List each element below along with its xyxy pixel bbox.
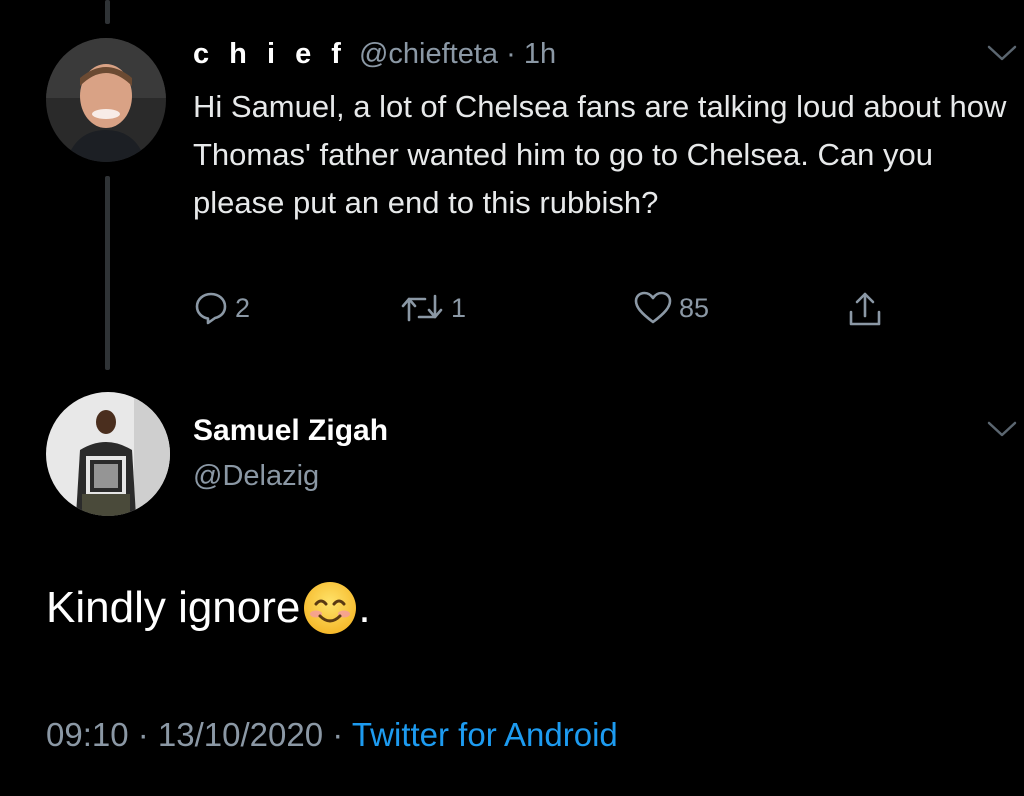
tweet-timestamp: 09:10 · 13/10/2020 bbox=[46, 716, 324, 753]
reply-author-name[interactable]: c h i e f bbox=[193, 38, 347, 70]
chevron-down-icon[interactable] bbox=[986, 44, 1018, 64]
like-button[interactable]: 85 bbox=[633, 290, 709, 326]
tweet-meta: 09:10 · 13/10/2020 · Twitter for Android bbox=[46, 716, 618, 754]
reply-time[interactable]: 1h bbox=[524, 38, 556, 70]
tweet-source-link[interactable]: Twitter for Android bbox=[352, 716, 618, 753]
main-tweet-text-after: . bbox=[358, 583, 371, 632]
header-separator: · bbox=[506, 38, 516, 70]
main-tweet-text: Kindly ignore . bbox=[46, 580, 371, 636]
main-author-handle[interactable]: @Delazig bbox=[193, 460, 319, 493]
reply-icon bbox=[195, 292, 227, 325]
main-author-name[interactable]: Samuel Zigah bbox=[193, 414, 388, 448]
tweet-thread: c h i e f @chiefteta · 1h Hi Samuel, a l… bbox=[0, 0, 1024, 796]
chevron-down-icon[interactable] bbox=[986, 420, 1018, 440]
like-icon bbox=[634, 291, 672, 324]
reply-tweet-header: c h i e f @chiefteta · 1h bbox=[193, 38, 556, 71]
reply-button[interactable]: 2 bbox=[193, 290, 250, 326]
like-count: 85 bbox=[679, 292, 710, 323]
meta-separator: · bbox=[332, 716, 344, 753]
thread-line-connector bbox=[105, 176, 110, 370]
retweet-count: 1 bbox=[451, 292, 467, 323]
retweet-button[interactable]: 1 bbox=[399, 290, 466, 326]
chief-avatar[interactable] bbox=[46, 38, 166, 162]
thread-line-top bbox=[105, 0, 110, 24]
share-icon bbox=[849, 292, 881, 326]
samuel-avatar[interactable] bbox=[46, 392, 170, 516]
reply-author-handle[interactable]: @chiefteta bbox=[359, 38, 498, 70]
retweet-icon bbox=[401, 294, 443, 322]
main-tweet-text-before: Kindly ignore bbox=[46, 583, 301, 632]
reply-tweet-text: Hi Samuel, a lot of Chelsea fans are tal… bbox=[193, 89, 1007, 220]
share-button[interactable] bbox=[845, 290, 885, 330]
reply-count: 2 bbox=[235, 292, 251, 323]
smiling-face-emoji-icon bbox=[302, 580, 358, 636]
